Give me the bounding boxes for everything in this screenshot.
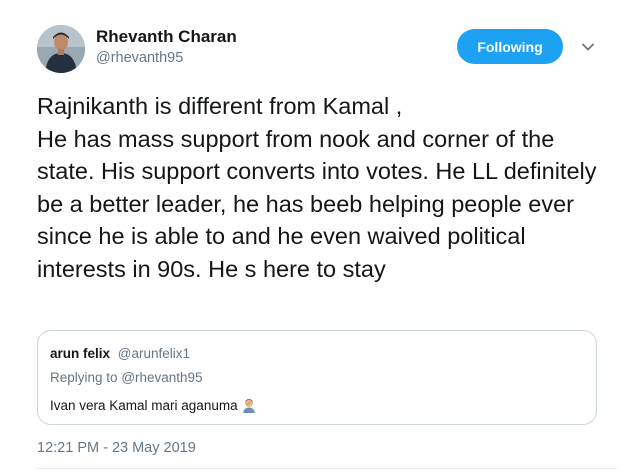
following-button[interactable]: Following	[457, 29, 563, 64]
tweet-text: Rajnikanth is different from Kamal , He …	[37, 93, 597, 282]
quoted-tweet-header: arun felix @arunfelix1	[50, 346, 190, 361]
replying-to-label: Replying to	[50, 370, 118, 385]
quoted-author-handle: @arunfelix1	[117, 346, 191, 361]
quoted-author-name: arun felix	[50, 346, 111, 361]
quoted-tweet-text-row: Ivan vera Kamal mari aganuma	[50, 397, 257, 413]
chevron-down-icon[interactable]	[580, 39, 596, 55]
quoted-tweet[interactable]: arun felix @arunfelix1 Replying to @rhev…	[37, 330, 597, 425]
man-facepalming-emoji	[241, 397, 257, 413]
author-handle[interactable]: @rhevanth95	[96, 50, 183, 66]
replying-to-handle: @rhevanth95	[121, 370, 203, 385]
divider	[37, 468, 617, 469]
tweet-timestamp[interactable]: 12:21 PM - 23 May 2019	[37, 440, 196, 456]
avatar-photo	[37, 25, 85, 73]
quoted-tweet-text: Ivan vera Kamal mari aganuma	[50, 397, 238, 413]
replying-to: Replying to @rhevanth95	[50, 370, 203, 385]
avatar[interactable]	[37, 25, 85, 73]
author-name[interactable]: Rhevanth Charan	[96, 27, 237, 47]
